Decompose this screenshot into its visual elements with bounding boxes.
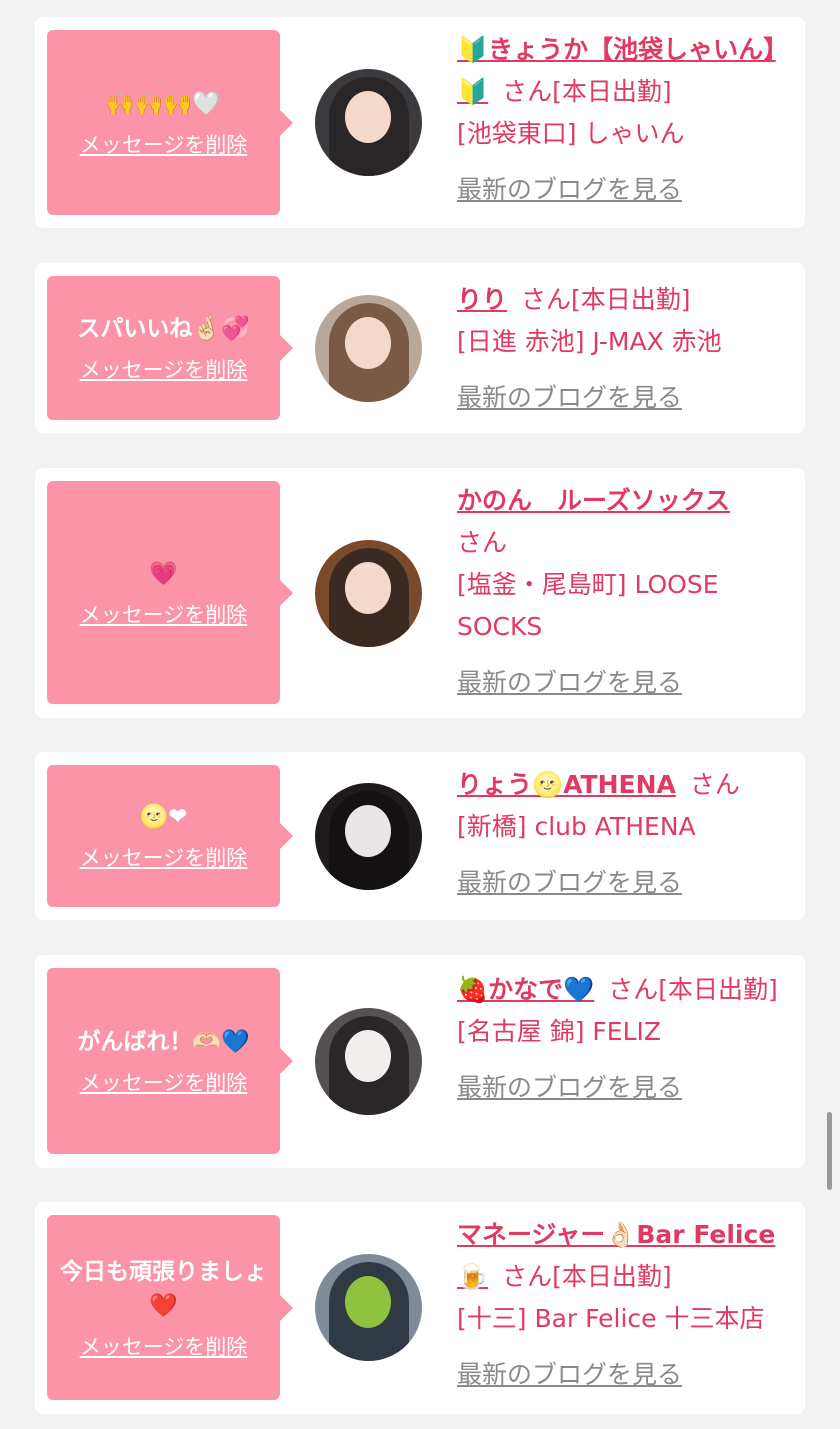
attendance-status: [本日出勤] — [552, 1262, 672, 1291]
profile-name-link[interactable]: りり — [457, 285, 507, 314]
message-card: 今日も頑張りましょ❤️ メッセージを削除 マネージャー👌🏻Bar Felice🍺… — [35, 1202, 805, 1414]
message-bubble: スパいいね🤞🏻💞 メッセージを削除 — [47, 276, 293, 420]
profile-info: 🔰きょうか【池袋しゃいん】🔰 さん[本日出勤] [池袋東口] しゃいん 最新のブロ… — [457, 29, 787, 211]
profile-name-link[interactable]: 🍓かなで💙 — [457, 975, 594, 1004]
message-bubble: 💗 メッセージを削除 — [47, 481, 293, 704]
profile-name-link[interactable]: りょう🌝ATHENA — [457, 770, 676, 799]
message-bubble: 🌝❤ メッセージを削除 — [47, 765, 293, 907]
message-bubble: がんばれ！🫶🏻💙 メッセージを削除 — [47, 968, 293, 1154]
avatar[interactable] — [315, 1254, 422, 1361]
avatar[interactable] — [315, 1008, 422, 1115]
delete-message-link[interactable]: メッセージを削除 — [80, 354, 248, 384]
profile-info: マネージャー👌🏻Bar Felice🍺 さん[本日出勤] [十三] Bar Fel… — [457, 1214, 787, 1396]
honorific: さん — [457, 528, 508, 557]
message-text: 🙌🙌🙌🤍 — [106, 90, 221, 117]
latest-blog-link[interactable]: 最新のブログを見る — [457, 662, 787, 704]
shop-name: [新橋] club ATHENA — [457, 812, 696, 841]
scrollbar[interactable] — [827, 1112, 832, 1190]
latest-blog-link[interactable]: 最新のブログを見る — [457, 169, 787, 211]
profile-info: りり さん[本日出勤] [日進 赤池] J-MAX 赤池 最新のブログを見る — [457, 279, 787, 419]
honorific: さん — [502, 77, 553, 106]
profile-name-link[interactable]: かのん ルーズソックス — [457, 486, 730, 515]
avatar[interactable] — [315, 69, 422, 176]
latest-blog-link[interactable]: 最新のブログを見る — [457, 377, 787, 419]
honorific: さん — [521, 285, 572, 314]
latest-blog-link[interactable]: 最新のブログを見る — [457, 1067, 787, 1109]
delete-message-link[interactable]: メッセージを削除 — [80, 1067, 248, 1097]
shop-name: [日進 赤池] J-MAX 赤池 — [457, 327, 722, 356]
message-bubble: 🙌🙌🙌🤍 メッセージを削除 — [47, 30, 293, 215]
attendance-status: [本日出勤] — [658, 975, 778, 1004]
attendance-status: [本日出勤] — [552, 77, 672, 106]
message-card: 💗 メッセージを削除 かのん ルーズソックス さん [塩釜・尾島町] LOOSE… — [35, 468, 805, 718]
message-bubble: 今日も頑張りましょ❤️ メッセージを削除 — [47, 1215, 293, 1400]
attendance-status: [本日出勤] — [571, 285, 691, 314]
honorific: さん — [689, 770, 740, 799]
message-card: 🙌🙌🙌🤍 メッセージを削除 🔰きょうか【池袋しゃいん】🔰 さん[本日出勤] [池袋… — [35, 17, 805, 228]
avatar[interactable] — [315, 783, 422, 890]
message-text: スパいいね🤞🏻💞 — [77, 316, 250, 342]
delete-message-link[interactable]: メッセージを削除 — [80, 842, 248, 872]
honorific: さん — [502, 1262, 553, 1291]
delete-message-link[interactable]: メッセージを削除 — [80, 129, 248, 159]
shop-name: [塩釜・尾島町] LOOSE SOCKS — [457, 570, 719, 641]
avatar[interactable] — [315, 295, 422, 402]
latest-blog-link[interactable]: 最新のブログを見る — [457, 1354, 787, 1396]
shop-name: [十三] Bar Felice 十三本店 — [457, 1304, 765, 1333]
delete-message-link[interactable]: メッセージを削除 — [80, 1331, 248, 1361]
delete-message-link[interactable]: メッセージを削除 — [80, 599, 248, 629]
shop-name: [名古屋 錦] FELIZ — [457, 1017, 662, 1046]
message-card: がんばれ！🫶🏻💙 メッセージを削除 🍓かなで💙 さん[本日出勤] [名古屋 錦] … — [35, 955, 805, 1168]
latest-blog-link[interactable]: 最新のブログを見る — [457, 862, 787, 904]
avatar[interactable] — [315, 540, 422, 647]
message-card: 🌝❤ メッセージを削除 りょう🌝ATHENA さん [新橋] club ATHEN… — [35, 752, 805, 920]
message-text: 💗 — [149, 560, 178, 587]
message-card: スパいいね🤞🏻💞 メッセージを削除 りり さん[本日出勤] [日進 赤池] J-M… — [35, 263, 805, 433]
profile-info: りょう🌝ATHENA さん [新橋] club ATHENA 最新のブログを見る — [457, 764, 787, 904]
shop-name: [池袋東口] しゃいん — [457, 119, 685, 148]
message-text: がんばれ！🫶🏻💙 — [77, 1029, 250, 1055]
profile-info: 🍓かなで💙 さん[本日出勤] [名古屋 錦] FELIZ 最新のブログを見る — [457, 969, 787, 1109]
profile-info: かのん ルーズソックス さん [塩釜・尾島町] LOOSE SOCKS 最新のブ… — [457, 480, 787, 704]
message-text: 今日も頑張りましょ❤️ — [60, 1258, 267, 1319]
message-text: 🌝❤ — [139, 804, 188, 830]
honorific: さん — [608, 975, 659, 1004]
